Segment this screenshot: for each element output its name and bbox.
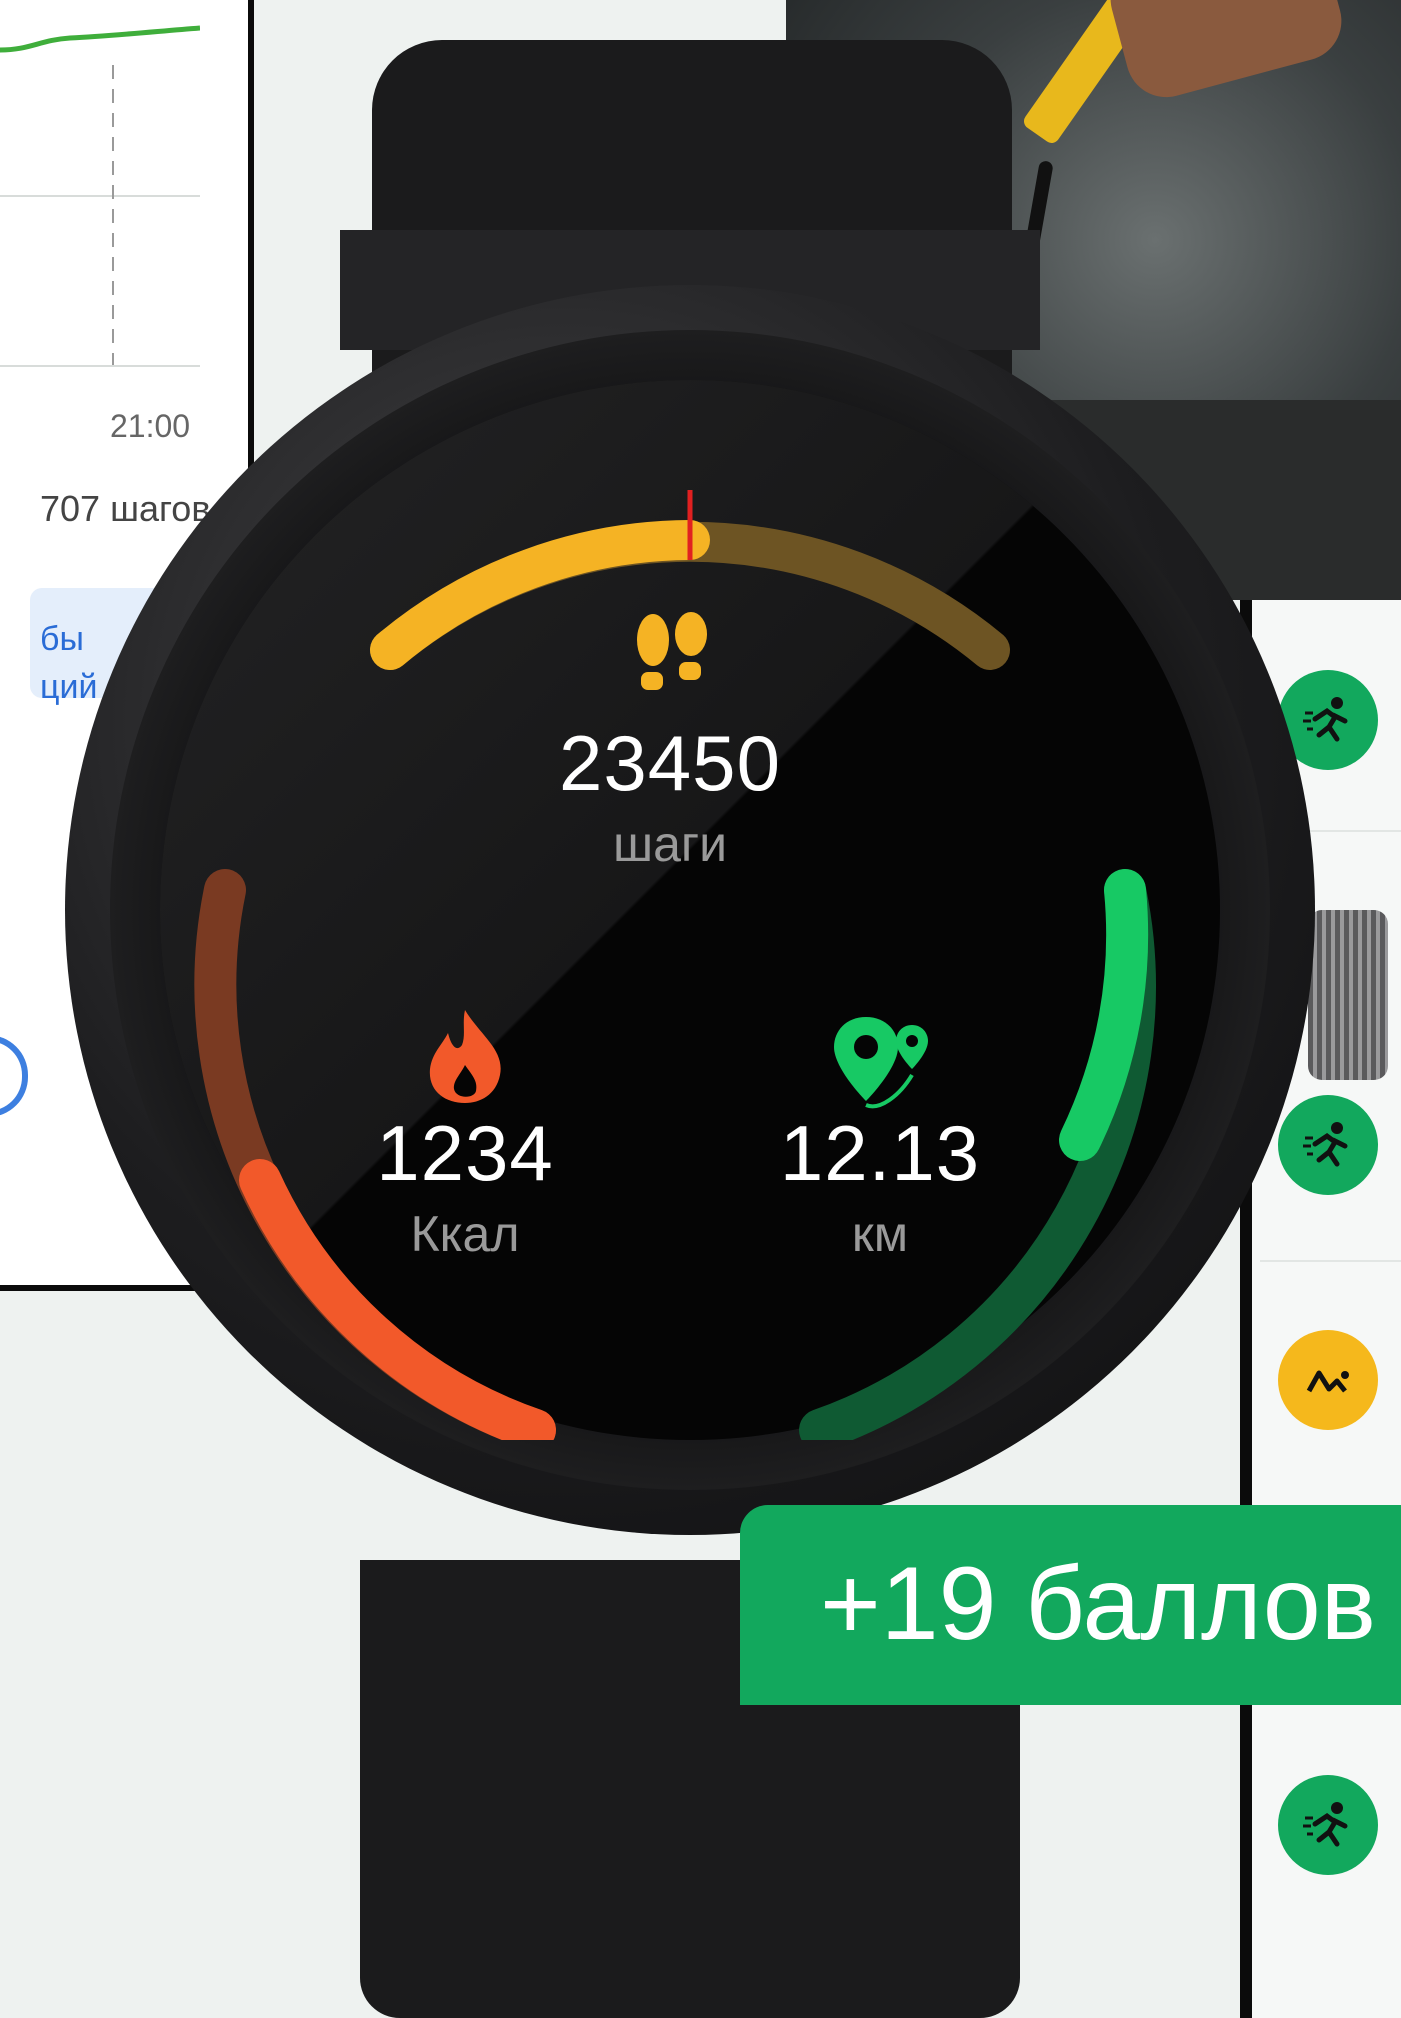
steps-unit: шаги (612, 816, 728, 872)
footprints-icon (637, 612, 707, 690)
activity-rings (194, 490, 1156, 1440)
chart-marker-line (112, 65, 114, 365)
running-icon[interactable] (1278, 1775, 1378, 1875)
steps-value: 23450 (559, 719, 781, 807)
link-text[interactable]: ций (40, 668, 97, 707)
watch-crown[interactable] (1308, 910, 1388, 1080)
calories-value: 1234 (376, 1109, 554, 1197)
route-icon[interactable] (1278, 1330, 1378, 1430)
points-badge: +19 баллов (740, 1505, 1401, 1705)
link-text[interactable]: бы (40, 620, 84, 659)
chart-gridline (0, 195, 200, 197)
location-pins-icon (834, 1017, 928, 1109)
distance-value: 12.13 (779, 1109, 981, 1197)
calories-unit: Ккал (410, 1206, 520, 1262)
chart-gridline (0, 365, 200, 367)
distance-unit: км (851, 1206, 909, 1262)
flame-icon (429, 1010, 501, 1103)
steps-chart-line (0, 25, 200, 53)
running-icon[interactable] (1278, 1095, 1378, 1195)
points-text: +19 баллов (820, 1546, 1376, 1662)
